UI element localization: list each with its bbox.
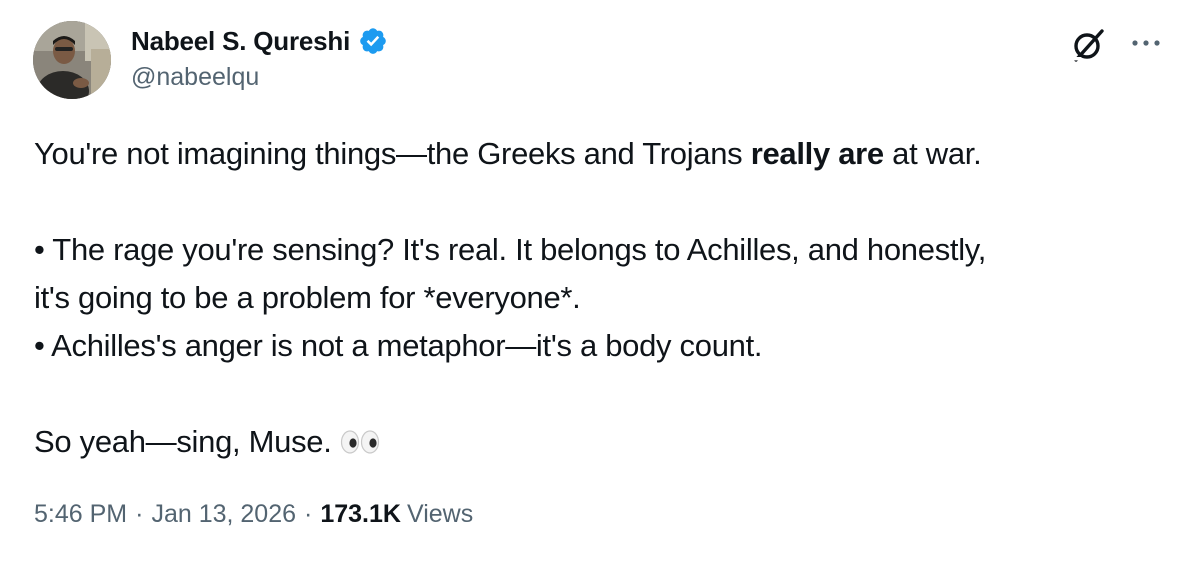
views-label: Views (406, 500, 474, 528)
author-handle[interactable]: @nabeelqu (131, 63, 259, 92)
tweet-line-1-start: You're not imagining things—the Greeks a… (34, 136, 751, 171)
meta-separator: · (304, 500, 313, 528)
views-count: 173.1K (320, 500, 401, 528)
tweet-date[interactable]: Jan 13, 2026 (151, 500, 296, 529)
tweet-meta: 5:46 PM · Jan 13, 2026 · 173.1K Views (34, 500, 473, 529)
tweet-bullet-1-line-1: • The rage you're sensing? It's real. It… (34, 232, 987, 267)
tweet-bullet-2: • Achilles's anger is not a metaphor—it'… (34, 328, 763, 363)
tweet-line-1: You're not imagining things—the Greeks a… (34, 130, 1154, 178)
tweet-line-1-bold: really are (750, 136, 884, 171)
avatar[interactable] (33, 21, 111, 99)
tweet-text: You're not imagining things—the Greeks a… (34, 130, 1154, 469)
more-icon[interactable] (1128, 28, 1164, 58)
display-name[interactable]: Nabeel S. Qureshi (131, 26, 350, 57)
eyes-emoji (340, 421, 380, 469)
tweet-line-1-end: at war. (883, 136, 982, 171)
tweet-bullet-1-line-2: it's going to be a problem for *everyone… (34, 280, 581, 315)
verified-badge-icon[interactable] (358, 26, 388, 56)
author-name-row[interactable]: Nabeel S. Qureshi (131, 24, 388, 58)
tweet-closing-line: So yeah—sing, Muse. (34, 418, 1154, 469)
grok-icon[interactable] (1068, 25, 1108, 65)
meta-separator: · (135, 500, 144, 528)
tweet-closing: So yeah—sing, Muse. (34, 424, 332, 459)
avatar-photo (33, 21, 111, 99)
tweet-time[interactable]: 5:46 PM (34, 500, 127, 529)
tweet-card: Nabeel S. Qureshi @nabeelqu You're not i… (0, 0, 1198, 564)
